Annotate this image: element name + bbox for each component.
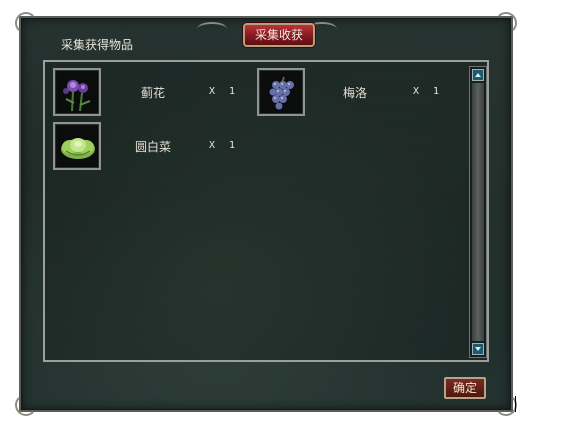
item-slot[interactable]	[53, 122, 101, 170]
grape-cluster-icon	[262, 73, 302, 113]
corner-ornament	[495, 394, 517, 416]
corner-ornament	[15, 394, 37, 416]
window-title: 采集获得物品	[61, 38, 134, 52]
scroll-track[interactable]	[472, 83, 484, 341]
item-slot[interactable]	[257, 68, 305, 116]
corner-ornament	[495, 12, 517, 34]
item-list-box: 蓟花 X 1 梅洛 X 1 圆白菜 X 1	[43, 60, 489, 362]
item-quantity: 1	[229, 86, 236, 97]
harvest-dialog: 采集收获 采集获得物品 蓟花 X 1 梅洛 X 1 圆白菜 X 1 确定	[15, 12, 517, 416]
item-quantity: 1	[433, 86, 440, 97]
title-badge: 采集收获	[243, 23, 315, 47]
item-name: 梅洛	[343, 86, 368, 100]
arrow-down-icon	[475, 347, 481, 351]
corner-ornament	[15, 12, 37, 34]
list-item[interactable]: 梅洛 X 1	[257, 68, 457, 118]
item-name: 蓟花	[141, 86, 166, 100]
cabbage-icon	[58, 127, 98, 167]
item-multiplier: X	[413, 86, 420, 97]
vertical-scrollbar[interactable]	[469, 66, 487, 358]
thistle-flower-icon	[58, 73, 98, 113]
item-quantity: 1	[229, 140, 236, 151]
text-cursor	[515, 396, 516, 412]
item-multiplier: X	[209, 86, 216, 97]
scroll-down-button[interactable]	[472, 343, 484, 355]
item-name: 圆白菜	[135, 140, 172, 154]
item-multiplier: X	[209, 140, 216, 151]
scroll-up-button[interactable]	[472, 69, 484, 81]
confirm-button[interactable]: 确定	[444, 377, 486, 399]
arrow-up-icon	[475, 73, 481, 77]
list-item[interactable]: 蓟花 X 1	[53, 68, 253, 118]
list-item[interactable]: 圆白菜 X 1	[53, 122, 253, 172]
item-slot[interactable]	[53, 68, 101, 116]
